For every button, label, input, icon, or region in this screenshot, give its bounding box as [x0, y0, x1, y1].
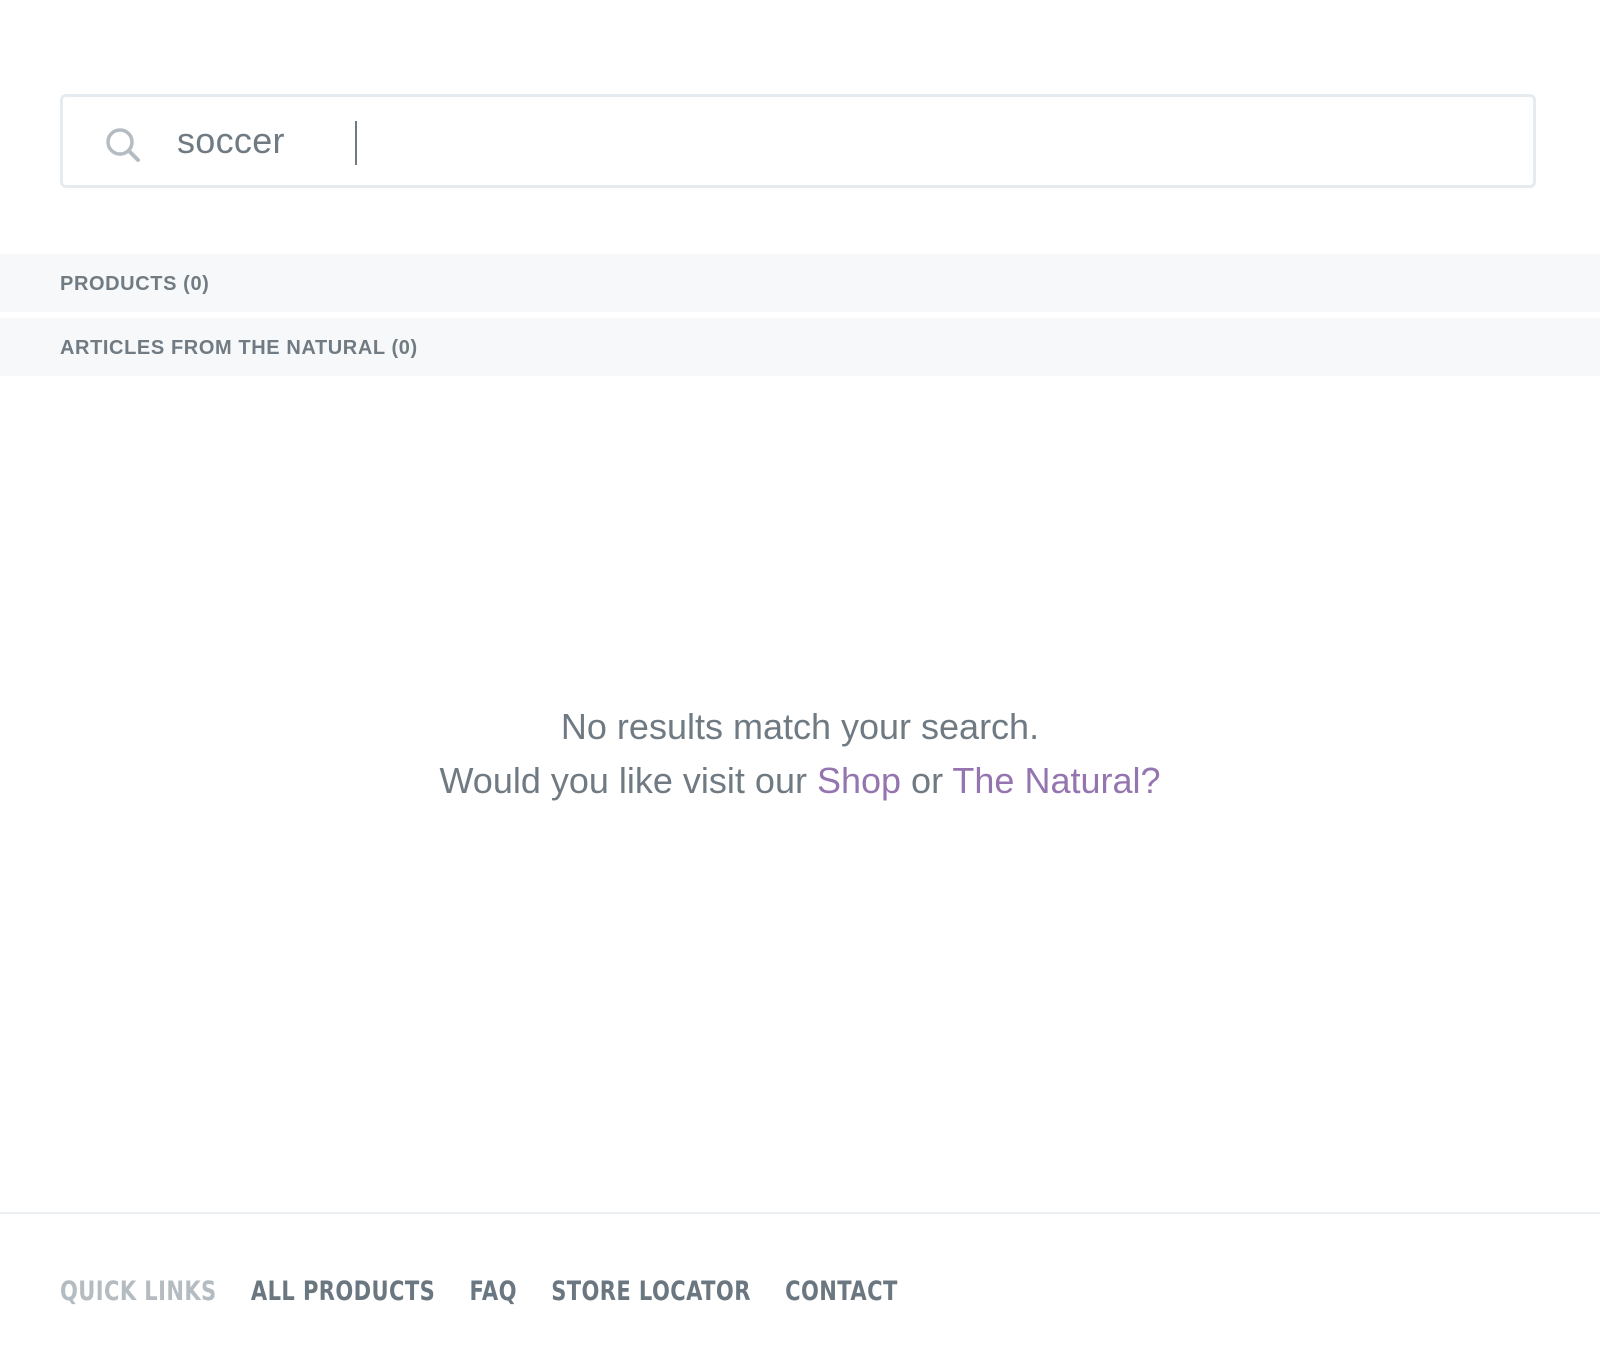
- articles-section-header[interactable]: ARTICLES FROM THE NATURAL (0): [0, 318, 1600, 376]
- search-icon: [106, 128, 140, 162]
- articles-count-label: ARTICLES FROM THE NATURAL (0): [60, 337, 418, 359]
- shop-link[interactable]: Shop: [817, 760, 901, 801]
- suggestion-prefix: Would you like visit our: [439, 760, 817, 801]
- quick-links-label: QUICK LINKS: [60, 1276, 217, 1307]
- suggestion-connector: or: [901, 760, 953, 801]
- footer-divider: [0, 1212, 1600, 1214]
- footer-link-faq[interactable]: FAQ: [470, 1276, 517, 1307]
- footer-link-store-locator[interactable]: STORE LOCATOR: [551, 1276, 751, 1307]
- footer-link-all-products[interactable]: ALL PRODUCTS: [251, 1276, 435, 1307]
- search-input[interactable]: [177, 113, 1497, 169]
- no-results-line: No results match your search.: [560, 706, 1040, 747]
- suggestion-line: Would you like visit our Shop or The Nat…: [0, 754, 1600, 808]
- no-results-message: No results match your search. Would you …: [0, 700, 1600, 808]
- footer-quick-links: QUICK LINKS ALL PRODUCTS FAQ STORE LOCAT…: [60, 1276, 932, 1307]
- text-caret: [355, 121, 357, 165]
- search-box[interactable]: [60, 94, 1536, 188]
- footer-link-contact[interactable]: CONTACT: [785, 1276, 898, 1307]
- the-natural-link[interactable]: The Natural?: [952, 760, 1160, 801]
- products-count-label: PRODUCTS (0): [60, 273, 210, 295]
- products-section-header[interactable]: PRODUCTS (0): [0, 254, 1600, 312]
